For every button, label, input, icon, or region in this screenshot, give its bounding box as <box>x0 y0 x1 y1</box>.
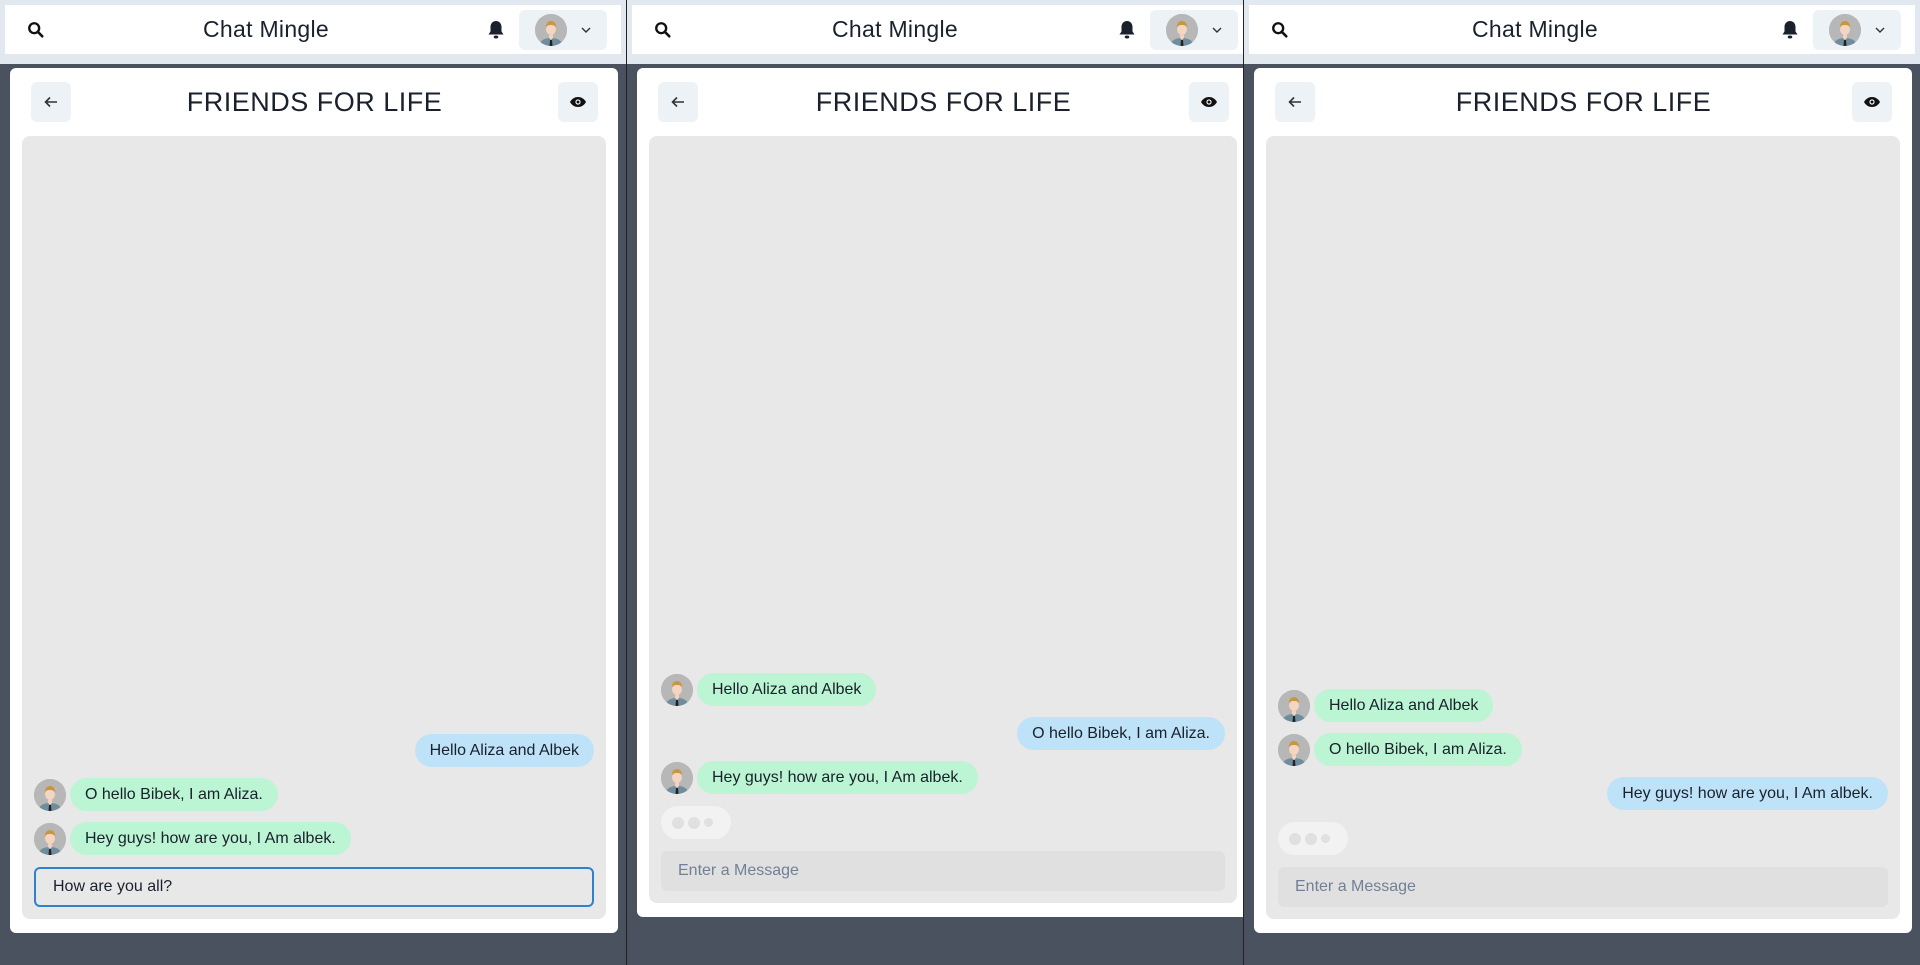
typing-dot <box>672 816 684 829</box>
message-sent: Hello Aliza and Albek <box>34 734 594 767</box>
chat-panel-2: Chat Mingle FRIENDS FOR LIFE Hello Aliza… <box>627 0 1244 965</box>
eye-icon <box>1863 96 1881 108</box>
message-input[interactable] <box>661 851 1225 891</box>
sender-avatar <box>1278 689 1310 722</box>
chevron-down-icon <box>581 27 591 33</box>
chat-card: FRIENDS FOR LIFE Hello Aliza and Albek O … <box>10 68 618 933</box>
profile-menu-button[interactable] <box>519 9 607 50</box>
typing-dot <box>1305 832 1317 845</box>
bell-icon[interactable] <box>487 20 505 40</box>
bell-icon[interactable] <box>1118 20 1136 40</box>
message-sent: O hello Bibek, I am Aliza. <box>661 717 1225 750</box>
message-received: Hello Aliza and Albek <box>661 673 1225 706</box>
search-icon[interactable] <box>654 21 672 39</box>
message-received: Hey guys! how are you, I Am albek. <box>34 822 594 855</box>
top-bar-wrapper: Chat Mingle <box>627 0 1243 64</box>
app-header: Chat Mingle <box>1249 5 1915 54</box>
top-bar-wrapper: Chat Mingle <box>0 0 626 64</box>
app-title: Chat Mingle <box>831 16 959 42</box>
eye-icon <box>1200 96 1218 108</box>
message-bubble: Hey guys! how are you, I Am albek. <box>70 822 351 855</box>
chat-messages-area[interactable]: Hello Aliza and Albek O hello Bibek, I am… <box>1266 136 1900 919</box>
chat-title: FRIENDS FOR LIFE <box>815 86 1072 117</box>
typing-indicator <box>661 806 731 839</box>
eye-icon <box>569 96 587 108</box>
message-input[interactable] <box>1278 867 1888 907</box>
avatar <box>1166 13 1198 46</box>
message-bubble: O hello Bibek, I am Aliza. <box>1314 733 1522 766</box>
message-input[interactable] <box>34 867 594 907</box>
chat-title: FRIENDS FOR LIFE <box>1455 86 1712 117</box>
chat-panel-1: Chat Mingle FRIENDS FOR LIFE Hello Aliza… <box>0 0 627 965</box>
sender-avatar <box>34 822 66 855</box>
message-received: O hello Bibek, I am Aliza. <box>1278 733 1888 766</box>
app-header: Chat Mingle <box>5 5 621 54</box>
message-received: Hey guys! how are you, I Am albek. <box>661 761 1225 794</box>
arrow-left-icon <box>671 96 685 108</box>
message-received: Hello Aliza and Albek <box>1278 689 1888 722</box>
typing-dot <box>1289 832 1301 845</box>
message-list: Hello Aliza and Albek O hello Bibek, I am… <box>34 734 594 855</box>
message-received: O hello Bibek, I am Aliza. <box>34 778 594 811</box>
chevron-down-icon <box>1875 27 1885 33</box>
chat-card: FRIENDS FOR LIFE Hello Aliza and Albek O … <box>1254 68 1912 933</box>
message-bubble: Hello Aliza and Albek <box>1314 689 1494 722</box>
chat-messages-area[interactable]: Hello Aliza and Albek O hello Bibek, I am… <box>649 136 1237 903</box>
message-list: Hello Aliza and Albek O hello Bibek, I am… <box>661 673 1225 794</box>
typing-dot <box>688 816 700 829</box>
sender-avatar <box>34 778 66 811</box>
avatar <box>535 13 567 46</box>
sender-avatar <box>1278 733 1310 766</box>
message-bubble: Hello Aliza and Albek <box>697 673 877 706</box>
search-icon[interactable] <box>1271 21 1289 39</box>
arrow-left-icon <box>1288 96 1302 108</box>
typing-dot <box>1321 834 1330 843</box>
chat-messages-area[interactable]: Hello Aliza and Albek O hello Bibek, I am… <box>22 136 606 919</box>
view-details-button[interactable] <box>1852 82 1892 122</box>
profile-menu-button[interactable] <box>1150 9 1238 50</box>
back-button[interactable] <box>1275 82 1315 122</box>
search-icon[interactable] <box>27 21 45 39</box>
back-button[interactable] <box>658 82 698 122</box>
profile-menu-button[interactable] <box>1813 9 1901 50</box>
chat-title: FRIENDS FOR LIFE <box>186 86 443 117</box>
avatar <box>1829 13 1861 46</box>
sender-avatar <box>661 673 693 706</box>
sender-avatar <box>661 761 693 794</box>
top-bar-wrapper: Chat Mingle <box>1244 0 1920 64</box>
back-button[interactable] <box>31 82 71 122</box>
view-details-button[interactable] <box>558 82 598 122</box>
app-title: Chat Mingle <box>1471 16 1599 42</box>
message-bubble: O hello Bibek, I am Aliza. <box>1017 717 1225 750</box>
chat-panel-3: Chat Mingle FRIENDS FOR LIFE Hello Aliza… <box>1244 0 1920 965</box>
message-bubble: Hey guys! how are you, I Am albek. <box>697 761 978 794</box>
typing-indicator <box>1278 822 1348 855</box>
arrow-left-icon <box>44 96 58 108</box>
message-bubble: Hey guys! how are you, I Am albek. <box>1607 777 1888 810</box>
app-header: Chat Mingle <box>632 5 1243 54</box>
bell-icon[interactable] <box>1781 20 1799 40</box>
view-details-button[interactable] <box>1189 82 1229 122</box>
message-bubble: O hello Bibek, I am Aliza. <box>70 778 278 811</box>
typing-dot <box>704 818 713 827</box>
message-list: Hello Aliza and Albek O hello Bibek, I am… <box>1278 689 1888 810</box>
message-bubble: Hello Aliza and Albek <box>414 734 594 767</box>
message-sent: Hey guys! how are you, I Am albek. <box>1278 777 1888 810</box>
app-title: Chat Mingle <box>202 16 330 42</box>
chevron-down-icon <box>1212 27 1222 33</box>
chat-card: FRIENDS FOR LIFE Hello Aliza and Albek O … <box>637 68 1243 917</box>
